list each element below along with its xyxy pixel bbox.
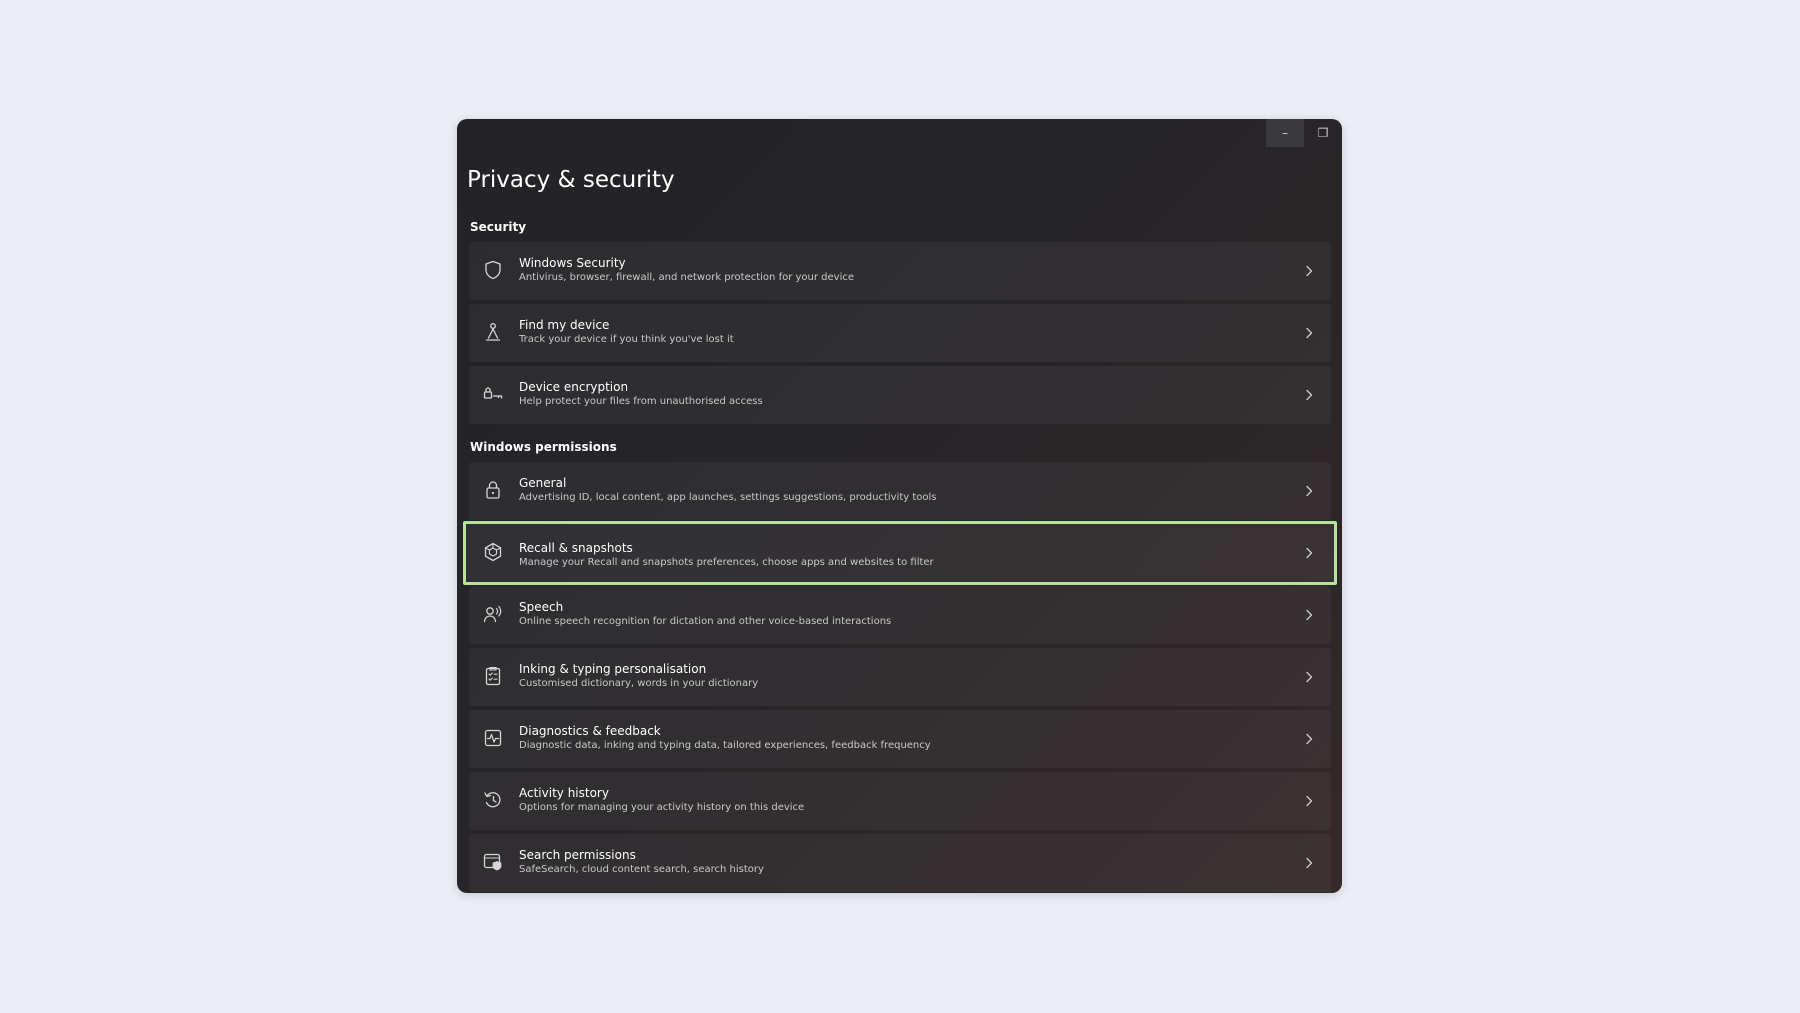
dictionary-icon xyxy=(482,665,504,687)
chevron-right-icon xyxy=(1301,669,1317,685)
item-title: Speech xyxy=(519,600,564,614)
item-description: SafeSearch, cloud content search, search… xyxy=(519,864,764,875)
settings-window: – ❐ Privacy & security Security Windows … xyxy=(457,119,1342,893)
settings-item-find-my-device[interactable]: Find my device Track your device if you … xyxy=(469,304,1331,362)
speech-icon xyxy=(482,603,504,625)
encryption-key-icon xyxy=(482,383,504,405)
recall-icon xyxy=(482,541,504,563)
chevron-right-icon xyxy=(1301,263,1317,279)
item-title: Diagnostics & feedback xyxy=(519,724,661,738)
item-description: Help protect your files from unauthorise… xyxy=(519,396,763,407)
shield-icon xyxy=(482,259,504,281)
settings-item-windows-security[interactable]: Windows Security Antivirus, browser, fir… xyxy=(469,242,1331,300)
item-title: Windows Security xyxy=(519,256,626,270)
chevron-right-icon xyxy=(1301,387,1317,403)
item-title: Inking & typing personalisation xyxy=(519,662,707,676)
lock-icon xyxy=(482,479,504,501)
minimize-button[interactable]: – xyxy=(1266,119,1304,147)
chevron-right-icon xyxy=(1301,545,1317,561)
item-description: Customised dictionary, words in your dic… xyxy=(519,678,759,689)
chevron-right-icon xyxy=(1301,855,1317,871)
item-title: Find my device xyxy=(519,318,610,332)
settings-item-device-encryption[interactable]: Device encryption Help protect your file… xyxy=(469,366,1331,424)
chevron-right-icon xyxy=(1301,607,1317,623)
settings-item-search-permissions[interactable]: Search permissions SafeSearch, cloud con… xyxy=(469,834,1331,892)
section-label-security: Security xyxy=(470,220,527,234)
item-description: Options for managing your activity histo… xyxy=(519,802,805,813)
item-description: Manage your Recall and snapshots prefere… xyxy=(519,557,934,568)
chevron-right-icon xyxy=(1301,731,1317,747)
item-description: Advertising ID, local content, app launc… xyxy=(519,492,937,503)
person-pin-icon xyxy=(482,321,504,343)
item-title: General xyxy=(519,476,567,490)
item-title: Recall & snapshots xyxy=(519,541,633,555)
item-title: Activity history xyxy=(519,786,609,800)
settings-item-activity-history[interactable]: Activity history Options for managing yo… xyxy=(469,772,1331,830)
settings-item-general[interactable]: General Advertising ID, local content, a… xyxy=(469,462,1331,520)
settings-item-inking-typing[interactable]: Inking & typing personalisation Customis… xyxy=(469,648,1331,706)
titlebar-controls: – ❐ xyxy=(1266,119,1342,147)
diagnostics-icon xyxy=(482,727,504,749)
settings-item-speech[interactable]: Speech Online speech recognition for dic… xyxy=(469,586,1331,644)
section-label-windows-permissions: Windows permissions xyxy=(470,440,617,454)
restore-button[interactable]: ❐ xyxy=(1304,119,1342,147)
page-title: Privacy & security xyxy=(467,167,675,193)
chevron-right-icon xyxy=(1301,325,1317,341)
settings-item-recall-snapshots[interactable]: Recall & snapshots Manage your Recall an… xyxy=(463,521,1337,585)
chevron-right-icon xyxy=(1301,483,1317,499)
item-description: Track your device if you think you've lo… xyxy=(519,334,734,345)
item-description: Antivirus, browser, firewall, and networ… xyxy=(519,272,855,283)
item-title: Search permissions xyxy=(519,848,636,862)
settings-item-diagnostics-feedback[interactable]: Diagnostics & feedback Diagnostic data, … xyxy=(469,710,1331,768)
item-description: Diagnostic data, inking and typing data,… xyxy=(519,740,931,751)
item-title: Device encryption xyxy=(519,380,629,394)
search-permissions-icon xyxy=(482,851,504,873)
item-description: Online speech recognition for dictation … xyxy=(519,616,892,627)
chevron-right-icon xyxy=(1301,793,1317,809)
history-icon xyxy=(482,789,504,811)
